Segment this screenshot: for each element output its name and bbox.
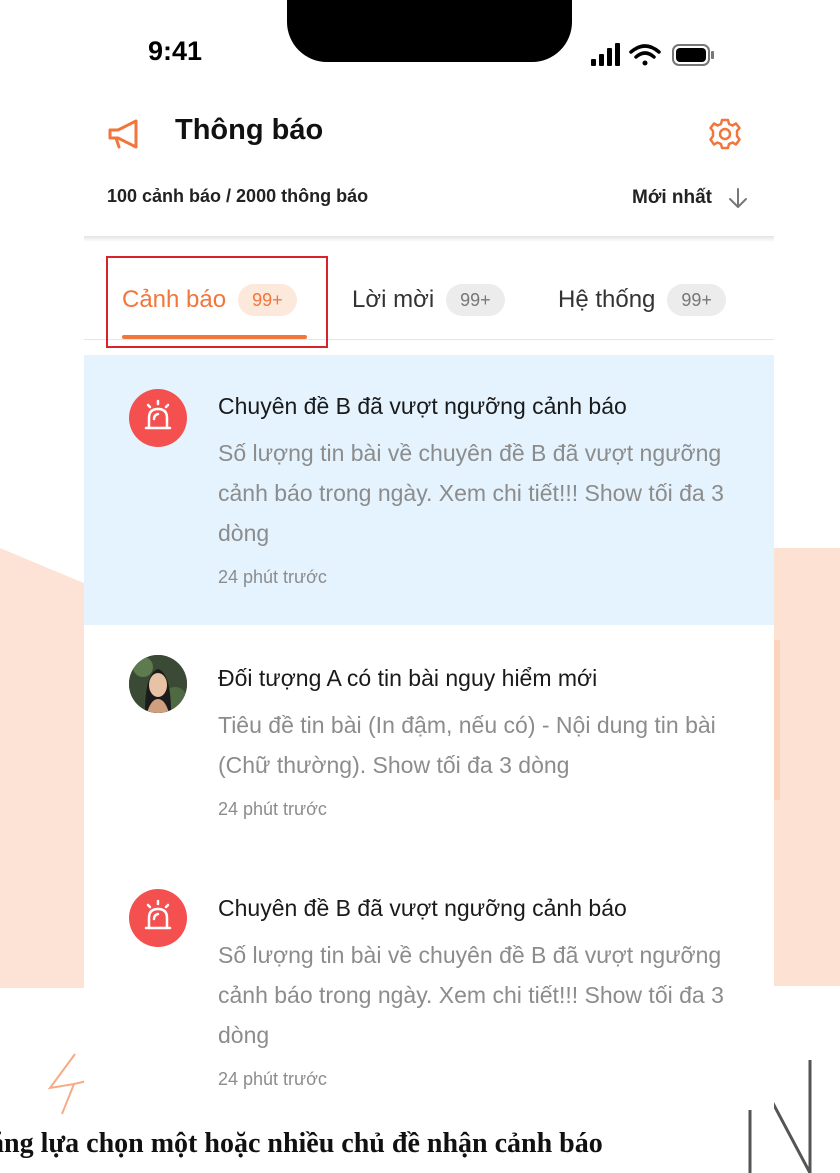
arrow-down-icon[interactable] [726, 186, 750, 210]
notification-time: 24 phút trước [218, 799, 327, 819]
tab-label: Lời mời [352, 286, 435, 313]
notification-time: 24 phút trước [218, 1069, 327, 1089]
notification-title: Đối tượng A có tin bài nguy hiểm mới [218, 665, 598, 691]
tab-badge: 99+ [667, 284, 726, 316]
sort-dropdown[interactable]: Mới nhất [632, 187, 712, 209]
wifi-icon [629, 44, 661, 66]
tab-label: Hệ thống [558, 286, 656, 313]
annotation-highlight-box [106, 256, 328, 348]
siren-icon [144, 399, 172, 430]
notification-title: Chuyên đề B đã vượt ngưỡng cảnh báo [218, 393, 627, 419]
notification-item[interactable]: Đối tượng A có tin bài nguy hiểm mới Tiê… [84, 625, 774, 875]
battery-icon [672, 44, 714, 66]
signal-icon [591, 43, 620, 66]
tab-loi-moi[interactable]: Lời mời 99+ [352, 282, 505, 318]
siren-icon [144, 899, 172, 930]
megaphone-icon[interactable] [106, 116, 142, 152]
notification-item[interactable]: Chuyên đề B đã vượt ngưỡng cảnh báo Số l… [84, 875, 774, 1110]
summary-counts: 100 cảnh báo / 2000 thông báo [107, 186, 369, 206]
person-photo [129, 655, 187, 713]
notification-body: Tiêu đề tin bài (In đậm, nếu có) - Nội d… [218, 712, 716, 778]
tab-he-thong[interactable]: Hệ thống 99+ [558, 282, 726, 318]
status-time: 9:41 [148, 36, 203, 66]
gear-icon[interactable] [708, 117, 742, 151]
device-notch [287, 0, 572, 62]
page-title: Thông báo [175, 114, 324, 146]
alarm-icon [129, 889, 187, 947]
tab-badge: 99+ [446, 284, 505, 316]
notification-title: Chuyên đề B đã vượt ngưỡng cảnh báo [218, 895, 627, 921]
notification-time: 24 phút trước [218, 567, 327, 587]
notification-item[interactable]: Chuyên đề B đã vượt ngưỡng cảnh báo Số l… [84, 355, 774, 625]
alarm-icon [129, 389, 187, 447]
notification-body: Số lượng tin bài về chuyên đề B đã vượt … [218, 942, 724, 1048]
notification-body: Số lượng tin bài về chuyên đề B đã vượt … [218, 440, 724, 546]
status-icons [591, 43, 714, 66]
avatar [129, 655, 187, 713]
document-caption: ăng lựa chọn một hoặc nhiều chủ đề nhận … [0, 1128, 603, 1159]
header-divider [84, 236, 774, 242]
phone-screen: 9:41 Thông báo 100 cảnh báo / 2000 thông [84, 0, 774, 1110]
